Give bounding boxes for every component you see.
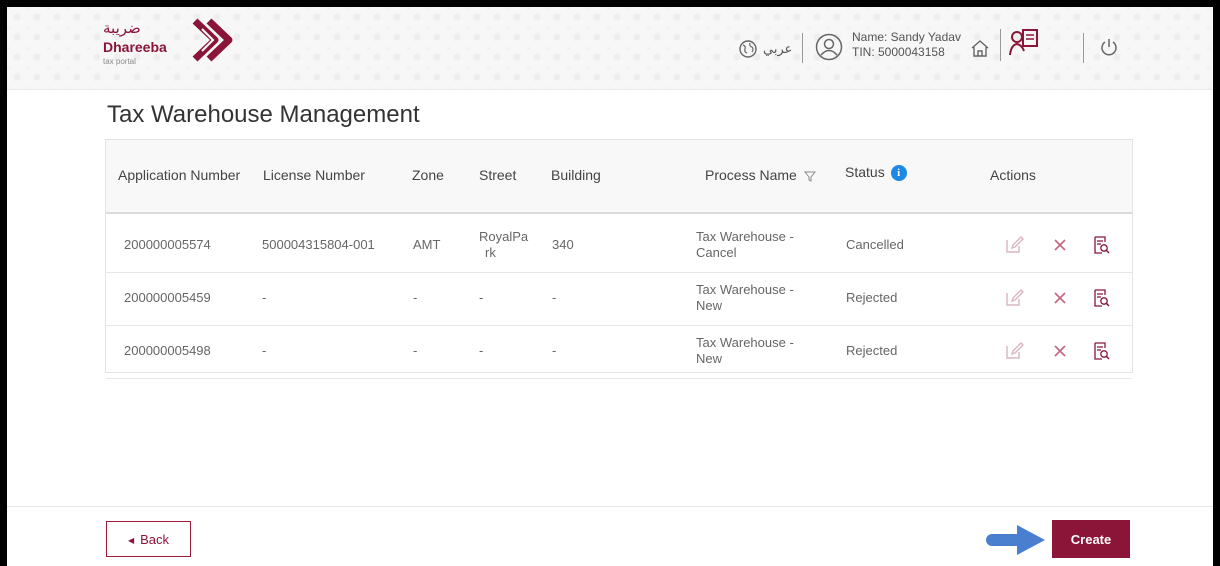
col-application-number: Application Number	[118, 167, 241, 183]
pointer-arrow-icon	[986, 525, 1045, 555]
cell-building: 340	[552, 237, 574, 252]
user-name: Name: Sandy Yadav	[852, 30, 961, 44]
cell-building: -	[552, 290, 557, 305]
col-zone: Zone	[412, 167, 444, 183]
create-button[interactable]: Create	[1052, 520, 1130, 558]
app-window: ضريبة Dhareeba tax portal عربي Name: San…	[7, 7, 1213, 566]
status-label: Status	[845, 164, 885, 180]
process-line-1: Tax Warehouse -	[696, 229, 794, 244]
table-row: 200000005459 - - - - Tax Warehouse - New…	[106, 272, 1132, 326]
cell-status: Rejected	[846, 290, 898, 305]
top-header: ضريبة Dhareeba tax portal عربي Name: San…	[7, 7, 1213, 90]
back-label: Back	[140, 531, 170, 547]
cell-status: Rejected	[846, 343, 898, 358]
header-divider	[802, 33, 803, 63]
edit-icon[interactable]	[1004, 235, 1024, 255]
process-name-label: Process Name	[705, 167, 797, 183]
info-icon[interactable]: i	[890, 165, 907, 182]
cell-application-number: 200000005574	[124, 237, 211, 252]
cell-application-number: 200000005498	[124, 343, 211, 358]
cancel-icon[interactable]	[1050, 235, 1070, 255]
page-title: Tax Warehouse Management	[107, 101, 420, 128]
logo-mark-icon	[192, 18, 233, 62]
cell-zone: -	[413, 343, 418, 358]
street-line-2: rk	[485, 245, 496, 260]
cell-street: RoyalPa rk	[479, 229, 528, 261]
globe-icon[interactable]	[738, 39, 758, 59]
applications-table: Application Number License Number Zone S…	[105, 139, 1133, 379]
process-line-2: New	[696, 298, 723, 313]
header-divider	[1000, 29, 1001, 61]
cancel-icon[interactable]	[1050, 341, 1070, 361]
edit-icon[interactable]	[1004, 288, 1024, 308]
edit-icon[interactable]	[1004, 341, 1024, 361]
street-line-1: RoyalPa	[479, 229, 529, 244]
col-building: Building	[551, 167, 601, 183]
user-tin: TIN: 5000043158	[852, 45, 945, 59]
cell-street: -	[479, 290, 484, 305]
documents-icon[interactable]	[1009, 27, 1039, 59]
language-toggle[interactable]: عربي	[763, 41, 792, 57]
cell-process-name: Tax Warehouse - Cancel	[696, 229, 794, 261]
dhareeba-logo[interactable]: ضريبة Dhareeba tax portal	[103, 18, 263, 79]
cell-process-name: Tax Warehouse - New	[696, 282, 794, 314]
filter-icon[interactable]	[803, 170, 816, 183]
home-icon[interactable]	[969, 37, 991, 59]
cell-zone: -	[413, 290, 418, 305]
cell-zone: AMT	[413, 237, 441, 252]
back-button[interactable]: ◀ Back	[106, 521, 191, 557]
process-line-1: Tax Warehouse -	[696, 335, 794, 350]
process-line-2: New	[696, 351, 723, 366]
back-arrow-icon: ◀	[127, 535, 135, 545]
logo-arabic-text: ضريبة	[103, 19, 141, 37]
view-details-icon[interactable]	[1091, 288, 1111, 308]
process-line-1: Tax Warehouse -	[696, 282, 794, 297]
cell-license-number: 500004315804-001	[262, 237, 375, 252]
power-icon[interactable]	[1099, 37, 1119, 57]
cell-license-number: -	[262, 343, 267, 358]
col-license-number: License Number	[263, 167, 365, 183]
cell-building: -	[552, 343, 557, 358]
logo-subtitle: tax portal	[103, 57, 136, 66]
view-details-icon[interactable]	[1091, 235, 1111, 255]
col-street: Street	[479, 167, 517, 183]
cell-street: -	[479, 343, 484, 358]
footer-divider	[7, 506, 1213, 507]
col-status: Status i	[845, 164, 907, 182]
table-row: 200000005498 - - - - Tax Warehouse - New…	[106, 325, 1132, 379]
logo-name: Dhareeba	[103, 39, 167, 55]
table-row: 200000005574 500004315804-001 AMT RoyalP…	[106, 219, 1132, 273]
cell-status: Cancelled	[846, 237, 904, 252]
process-line-2: Cancel	[696, 245, 737, 260]
table-header: Application Number License Number Zone S…	[106, 140, 1132, 214]
user-icon[interactable]	[815, 33, 843, 61]
cell-process-name: Tax Warehouse - New	[696, 335, 794, 367]
cell-application-number: 200000005459	[124, 290, 211, 305]
col-process-name[interactable]: Process Name	[705, 167, 816, 183]
cell-license-number: -	[262, 290, 267, 305]
cancel-icon[interactable]	[1050, 288, 1070, 308]
view-details-icon[interactable]	[1091, 341, 1111, 361]
col-actions: Actions	[990, 167, 1036, 183]
header-divider	[1083, 33, 1084, 63]
